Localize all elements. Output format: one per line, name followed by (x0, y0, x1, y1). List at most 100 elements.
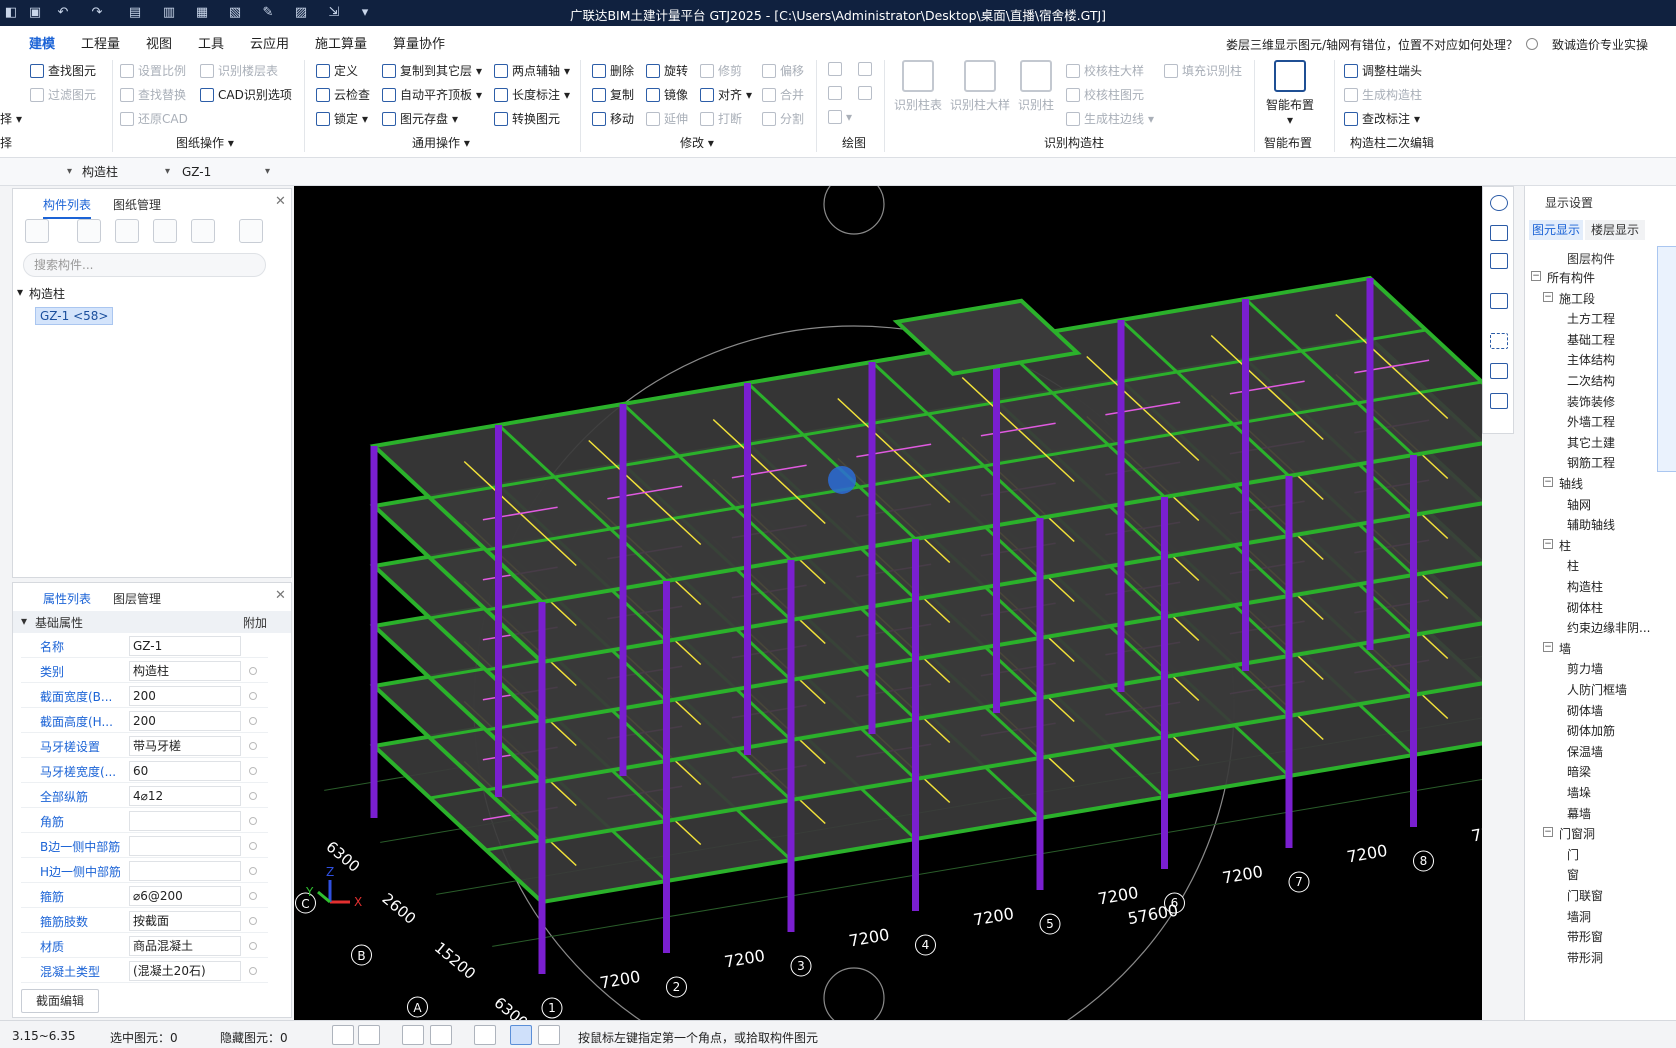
property-value[interactable]: 60 (129, 761, 241, 781)
identify-column-detail-button[interactable]: 识别柱大样 (948, 60, 1012, 113)
snap-icon[interactable] (474, 1025, 496, 1045)
display-tree-item[interactable]: 约束边缘非阴... (1525, 616, 1676, 636)
property-value[interactable]: 200 (129, 711, 241, 731)
tab-layer-management[interactable]: 图层管理 (113, 590, 161, 607)
identify-floor-table-button[interactable]: 识别楼层表 (200, 62, 278, 79)
display-tree-item[interactable]: 砌体加筋 (1525, 719, 1676, 739)
3d-viewport[interactable]: 1 2 3 4 5 6 7 8 7200 7200 7200 7200 7200 7200 7200 7200… (294, 186, 1482, 1020)
element-save-button[interactable]: 图元存盘 ▾ (382, 110, 458, 127)
collapse-icon[interactable]: − (1543, 827, 1553, 838)
display-tree-item[interactable]: 砌体墙 (1525, 699, 1676, 719)
display-tree-item[interactable]: 剪力墙 (1525, 657, 1676, 677)
component-search-input[interactable]: 搜索构件... (23, 253, 266, 277)
attach-checkbox[interactable] (249, 917, 257, 925)
property-value[interactable]: 200 (129, 686, 241, 706)
point-draw-icon[interactable] (828, 62, 842, 76)
generate-column-edge-button[interactable]: 生成柱边线 ▾ (1066, 110, 1154, 127)
check-column-detail-button[interactable]: 校核柱大样 (1066, 62, 1144, 79)
lock-button[interactable]: 锁定 ▾ (316, 110, 368, 127)
collapse-icon[interactable]: − (1531, 271, 1541, 281)
building-3d-model[interactable]: 1234567872007200720072007200720072007200… (294, 186, 1482, 1020)
display-tree-item[interactable]: 钢筋工程 (1525, 451, 1676, 471)
align-button[interactable]: 对齐 ▾ (700, 86, 752, 103)
display-tree-item[interactable]: 门联窗 (1525, 884, 1676, 904)
display-tree-item[interactable]: 墙洞 (1525, 905, 1676, 925)
auto-align-slab-button[interactable]: 自动平齐顶板 ▾ (382, 86, 482, 103)
property-value[interactable] (129, 836, 241, 856)
group-common-ops-label[interactable]: 通用操作 ▾ (412, 134, 470, 151)
dynamic-input-icon[interactable] (510, 1025, 532, 1045)
category-combo[interactable]: 构造柱 (78, 162, 174, 182)
group-modify-label[interactable]: 修改 ▾ (680, 134, 714, 151)
tab-collaboration[interactable]: 算量协作 (393, 33, 445, 52)
layer-view-icon[interactable] (1490, 363, 1508, 379)
view-settings-icon[interactable] (1490, 393, 1508, 409)
attach-checkbox[interactable] (249, 717, 257, 725)
display-tree-item[interactable]: − 施工段 (1525, 287, 1676, 307)
display-tree-item[interactable]: 窗 (1525, 863, 1676, 883)
copy-button[interactable]: 复制 (592, 86, 634, 103)
property-section-header[interactable]: ▾ 基础属性 附加 (13, 611, 291, 633)
offset-button[interactable]: 偏移 (762, 62, 804, 79)
attach-checkbox[interactable] (249, 742, 257, 750)
merge-button[interactable]: 合并 (762, 86, 804, 103)
tab-construction-calc[interactable]: 施工算量 (315, 33, 367, 52)
property-value[interactable]: (混凝土20石) (129, 961, 241, 981)
cube-view-icon[interactable] (1490, 293, 1508, 309)
property-value[interactable]: 商品混凝土 (129, 936, 241, 956)
group-drawing-ops-label[interactable]: 图纸操作 ▾ (176, 134, 234, 151)
display-tree-item[interactable]: 构造柱 (1525, 575, 1676, 595)
attach-checkbox[interactable] (249, 817, 257, 825)
copy-to-other-floor-button[interactable]: 复制到其它层 ▾ (382, 62, 482, 79)
angle-icon[interactable] (430, 1025, 452, 1045)
select-mode-icon[interactable] (358, 1025, 380, 1045)
display-tree-item[interactable]: 带形窗 (1525, 925, 1676, 945)
property-value[interactable]: GZ-1 (129, 636, 241, 656)
display-tree-item[interactable]: 幕墙 (1525, 802, 1676, 822)
arc-snap-icon[interactable] (538, 1025, 560, 1045)
trim-button[interactable]: 修剪 (700, 62, 742, 79)
ortho-toggle-icon[interactable] (332, 1025, 354, 1045)
floor-combo[interactable] (4, 162, 76, 182)
display-tree-item[interactable]: 辅助轴线 (1525, 513, 1676, 533)
close-icon[interactable]: ✕ (275, 194, 286, 209)
display-tree-item[interactable]: 人防门框墙 (1525, 678, 1676, 698)
attach-checkbox[interactable] (249, 692, 257, 700)
orbit-icon[interactable] (1490, 195, 1508, 211)
tree-collapse-icon[interactable]: ▾ (17, 285, 23, 299)
property-value[interactable]: 构造柱 (129, 661, 241, 681)
layer-copy-icon[interactable] (153, 219, 177, 243)
property-value[interactable]: ⌀6@200 (129, 886, 241, 906)
delete-component-icon[interactable] (115, 219, 139, 243)
attach-checkbox[interactable] (249, 767, 257, 775)
line-draw-icon[interactable] (828, 86, 842, 100)
smart-layout-button[interactable]: 智能布置 ▾ (1262, 60, 1318, 127)
display-tree-item[interactable]: − 柱 (1525, 534, 1676, 554)
component-item-gz1[interactable]: GZ-1 <58> (35, 307, 114, 325)
more-icon[interactable] (239, 219, 263, 243)
extend-button[interactable]: 延伸 (646, 110, 688, 127)
filter-component-icon[interactable] (191, 219, 215, 243)
identify-column-button[interactable]: 识别柱 (1016, 60, 1056, 113)
mirror-button[interactable]: 镜像 (646, 86, 688, 103)
rotate-button[interactable]: 旋转 (646, 62, 688, 79)
define-button[interactable]: 定义 (316, 62, 358, 79)
edit-annotation-button[interactable]: 查改标注 ▾ (1344, 110, 1420, 127)
cross-select-icon[interactable] (402, 1025, 424, 1045)
display-tree-item[interactable]: 砌体柱 (1525, 596, 1676, 616)
delete-button[interactable]: 删除 (592, 62, 634, 79)
display-tree-item[interactable]: 土方工程 (1525, 307, 1676, 327)
collapse-icon[interactable]: − (1543, 477, 1553, 487)
tab-cloud-apps[interactable]: 云应用 (250, 33, 289, 52)
property-value[interactable]: 4⌀12 (129, 786, 241, 806)
tab-drawing-management[interactable]: 图纸管理 (113, 196, 161, 213)
3d-box-icon[interactable] (1490, 253, 1508, 269)
close-icon[interactable]: ✕ (275, 588, 286, 603)
collapse-icon[interactable]: − (1543, 538, 1553, 549)
attach-checkbox[interactable] (249, 667, 257, 675)
convert-element-button[interactable]: 转换图元 (494, 110, 560, 127)
2d-view-icon[interactable] (1490, 225, 1508, 241)
fill-identify-column-button[interactable]: 填充识别柱 (1164, 62, 1242, 79)
tab-modeling[interactable]: 建模 (26, 33, 58, 58)
display-tree-item[interactable]: 轴网 (1525, 493, 1676, 513)
